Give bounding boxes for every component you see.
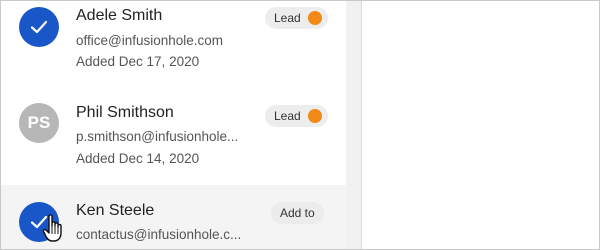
add-to-button[interactable]: Add to — [271, 202, 324, 224]
tag-status-dot — [307, 11, 322, 25]
avatar[interactable]: PS — [19, 103, 59, 143]
contact-added-date: Added Dec 17, 2020 — [76, 54, 200, 69]
hand-pointer-icon — [42, 214, 62, 242]
lead-tag[interactable]: Lead — [265, 105, 328, 127]
contact-row-adele-smith[interactable]: Adele Smith office@infusionhole.com Adde… — [1, 1, 346, 93]
contact-added-date: Added Dec 14, 2020 — [76, 151, 200, 166]
contact-email: contactus@infusionhole.c... — [76, 227, 242, 242]
lead-tag[interactable]: Lead — [265, 7, 328, 29]
contacts-panel: Adele Smith office@infusionhole.com Adde… — [0, 0, 600, 250]
selected-avatar[interactable] — [19, 7, 59, 47]
contact-row-phil-smithson[interactable]: PS Phil Smithson p.smithson@infusionhole… — [1, 93, 346, 185]
tag-status-dot — [307, 109, 322, 123]
tag-label: Lead — [274, 109, 301, 123]
contact-email: office@infusionhole.com — [76, 33, 224, 48]
detail-pane — [361, 1, 599, 249]
list-divider — [346, 1, 361, 249]
contact-name: Phil Smithson — [76, 104, 174, 121]
contact-name: Adele Smith — [76, 7, 163, 24]
contact-list: Adele Smith office@infusionhole.com Adde… — [1, 1, 346, 249]
contact-email: p.smithson@infusionhole... — [76, 129, 239, 144]
check-icon — [30, 20, 48, 34]
contact-name: Ken Steele — [76, 202, 155, 219]
tag-label: Lead — [274, 11, 301, 25]
